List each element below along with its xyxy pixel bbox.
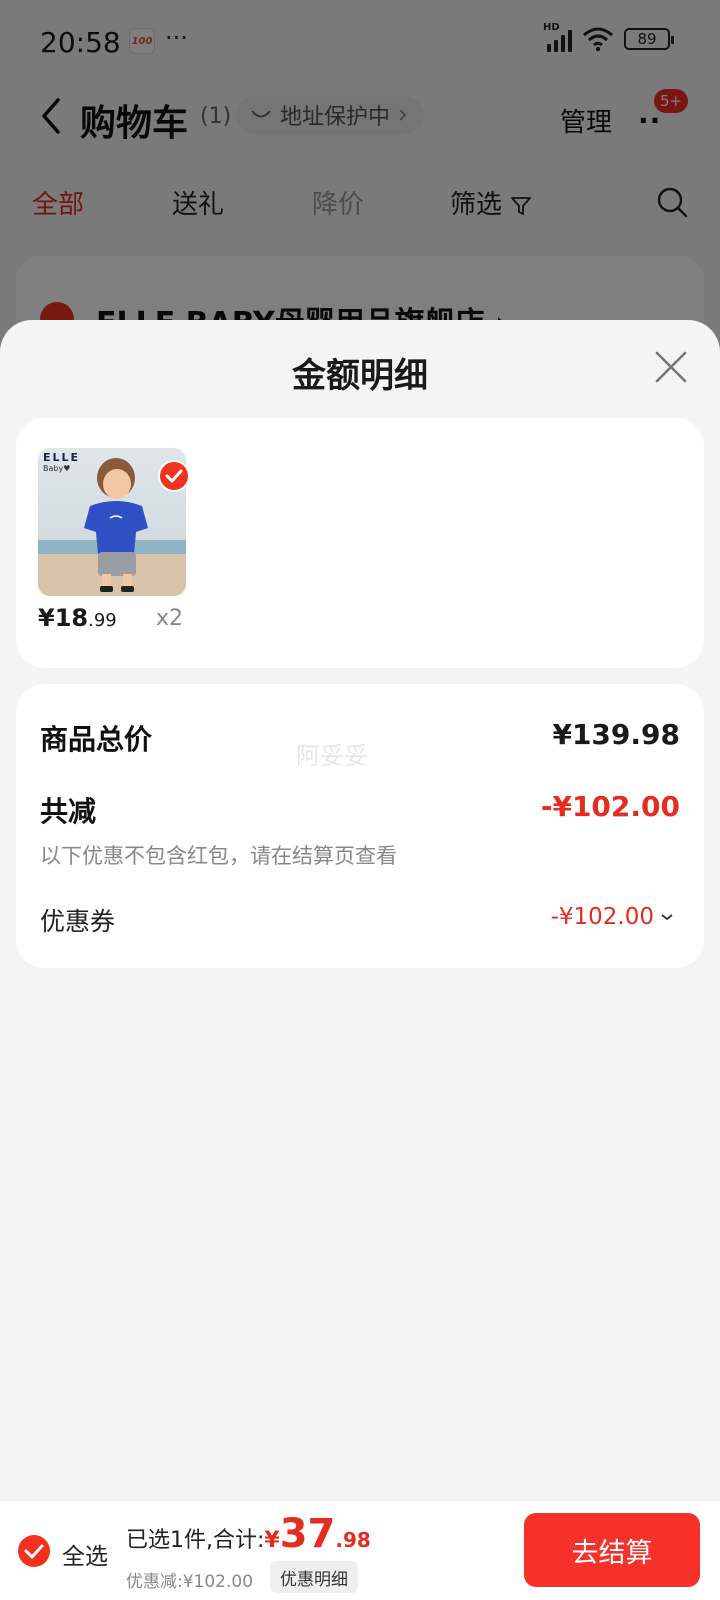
check-mark-icon	[24, 1544, 44, 1559]
total-reduction-label: 共减	[40, 795, 97, 828]
select-all-check-icon[interactable]	[18, 1535, 50, 1567]
item-price-main: ¥18	[38, 604, 89, 632]
item-price-cents: .99	[88, 610, 117, 631]
coupon-value: -¥102.00	[550, 904, 654, 930]
item-selected-check-icon[interactable]	[158, 460, 190, 492]
chevron-down-icon	[661, 914, 673, 921]
selected-summary: 已选1件,合计: ¥ 37 .98	[126, 1511, 371, 1557]
amount-detail-sheet: 金额明细 ELLE Baby♥ ¥18.99 x2 阿妥妥 商品总价 ¥139.…	[0, 320, 720, 1500]
checkout-button[interactable]: 去结算	[524, 1513, 700, 1587]
brand-logo: ELLE Baby♥	[43, 452, 80, 474]
reduction-note: 以下优惠不包含红包，请在结算页查看	[40, 844, 397, 868]
checkout-bar: 全选 已选1件,合计: ¥ 37 .98 优惠减:¥102.00 优惠明细 去结…	[0, 1500, 720, 1600]
goods-total-label: 商品总价	[40, 723, 153, 756]
total-integer: 37	[279, 1511, 336, 1557]
brand-logo-sub: Baby♥	[43, 464, 71, 473]
select-all-label[interactable]: 全选	[62, 1537, 108, 1571]
coupon-expand-row[interactable]: -¥102.00	[551, 904, 674, 930]
selected-count-text: 已选1件,合计:	[126, 1528, 265, 1553]
discount-summary: 优惠减:¥102.00	[126, 1572, 254, 1592]
item-quantity: x2	[156, 606, 184, 631]
close-icon[interactable]	[654, 350, 688, 384]
sheet-title: 金额明细	[292, 356, 428, 396]
goods-total-value: ¥139.98	[552, 718, 680, 751]
total-currency: ¥	[264, 1528, 280, 1553]
discount-detail-button[interactable]: 优惠明细	[270, 1561, 358, 1593]
total-reduction-value: -¥102.00	[540, 790, 680, 823]
check-mark-icon	[165, 469, 183, 483]
coupon-label: 优惠券	[40, 907, 116, 936]
item-price: ¥18.99	[38, 604, 117, 632]
selected-goods-card: ELLE Baby♥ ¥18.99 x2	[16, 418, 704, 668]
total-decimal: .98	[335, 1528, 371, 1552]
watermark-text: 阿妥妥	[296, 742, 368, 770]
price-breakdown-card: 阿妥妥 商品总价 ¥139.98 共减 -¥102.00 以下优惠不包含红包，请…	[16, 684, 704, 968]
